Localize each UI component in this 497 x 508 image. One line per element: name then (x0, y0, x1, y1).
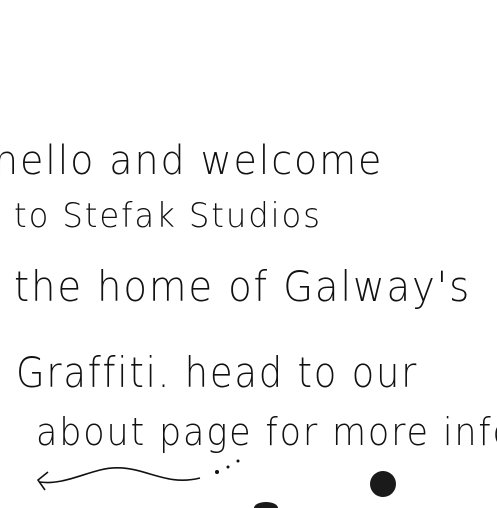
dot-icon (226, 465, 230, 469)
handwritten-welcome-page: hello and welcome to Stefak Studios the … (0, 0, 497, 508)
ink-blot-icon (370, 471, 396, 497)
ink-decorations (36, 459, 396, 508)
dot-icon (215, 470, 219, 474)
dot-icon (236, 459, 240, 463)
arrow-squiggle-icon (36, 467, 201, 491)
ink-blot-icon (254, 502, 278, 508)
